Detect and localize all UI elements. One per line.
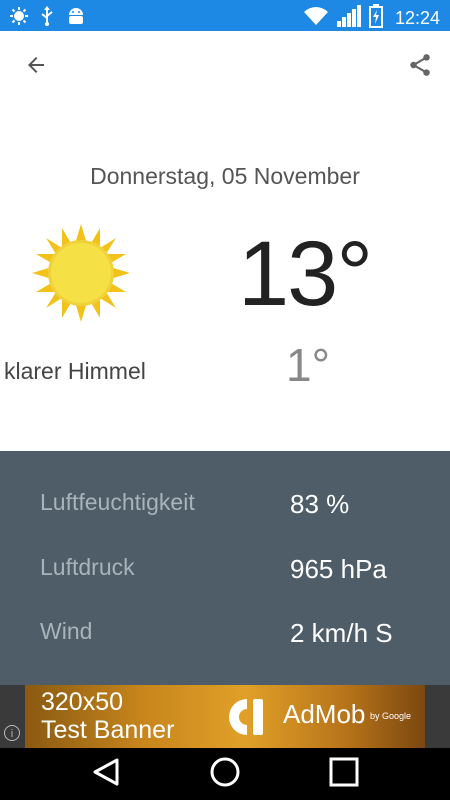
wifi-icon [303, 6, 329, 31]
share-button[interactable] [402, 49, 438, 85]
home-circle-icon [209, 756, 241, 793]
status-left-icons [10, 6, 86, 31]
detail-value: 965 hPa [290, 554, 387, 584]
detail-label: Luftdruck [40, 554, 135, 580]
ad-container: i 320x50 Test Banner AdMob by Google [0, 685, 450, 748]
weather-condition: klarer Himmel [4, 358, 146, 384]
detail-row-humidity: Luftfeuchtigkeit 83 % [0, 489, 450, 529]
android-debug-icon [66, 7, 86, 30]
temperature-max: 13° [238, 223, 373, 325]
temperature-min: 1° [286, 339, 330, 391]
admob-logo-icon [225, 697, 271, 737]
brightness-icon [10, 7, 28, 30]
toolbar [0, 31, 450, 103]
ad-size-text: 320x50 [41, 688, 124, 716]
ad-test-text: Test Banner [41, 716, 175, 744]
recents-square-icon [329, 757, 359, 792]
status-time: 12:24 [394, 8, 440, 28]
detail-row-wind: Wind 2 km/h S [0, 618, 450, 658]
detail-label: Wind [40, 618, 93, 644]
detail-row-pressure: Luftdruck 965 hPa [0, 554, 450, 594]
detail-value: 2 km/h S [290, 618, 393, 648]
battery-charging-icon [368, 4, 383, 33]
ad-banner[interactable]: 320x50 Test Banner AdMob by Google [25, 685, 425, 748]
nav-back-button[interactable] [88, 756, 124, 792]
sun-icon [32, 224, 130, 322]
nav-home-button[interactable] [207, 756, 243, 792]
usb-icon [40, 6, 54, 31]
ad-brand: AdMob [283, 699, 366, 729]
weather-details-panel: Luftfeuchtigkeit 83 % Luftdruck 965 hPa … [0, 451, 450, 685]
status-right-icons: 12:24 [303, 4, 440, 33]
detail-value: 83 % [290, 489, 350, 519]
ad-by-google: by Google [370, 711, 412, 721]
share-icon [407, 52, 433, 83]
nav-recents-button[interactable] [326, 756, 362, 792]
back-button[interactable] [18, 49, 54, 85]
forecast-date: Donnerstag, 05 November [90, 163, 360, 189]
ad-info-icon[interactable]: i [4, 725, 20, 741]
signal-icon [336, 5, 361, 32]
arrow-back-icon [24, 53, 48, 82]
status-bar: 12:24 [0, 0, 450, 31]
back-triangle-icon [91, 757, 121, 792]
navigation-bar [0, 748, 450, 800]
detail-label: Luftfeuchtigkeit [40, 489, 195, 515]
